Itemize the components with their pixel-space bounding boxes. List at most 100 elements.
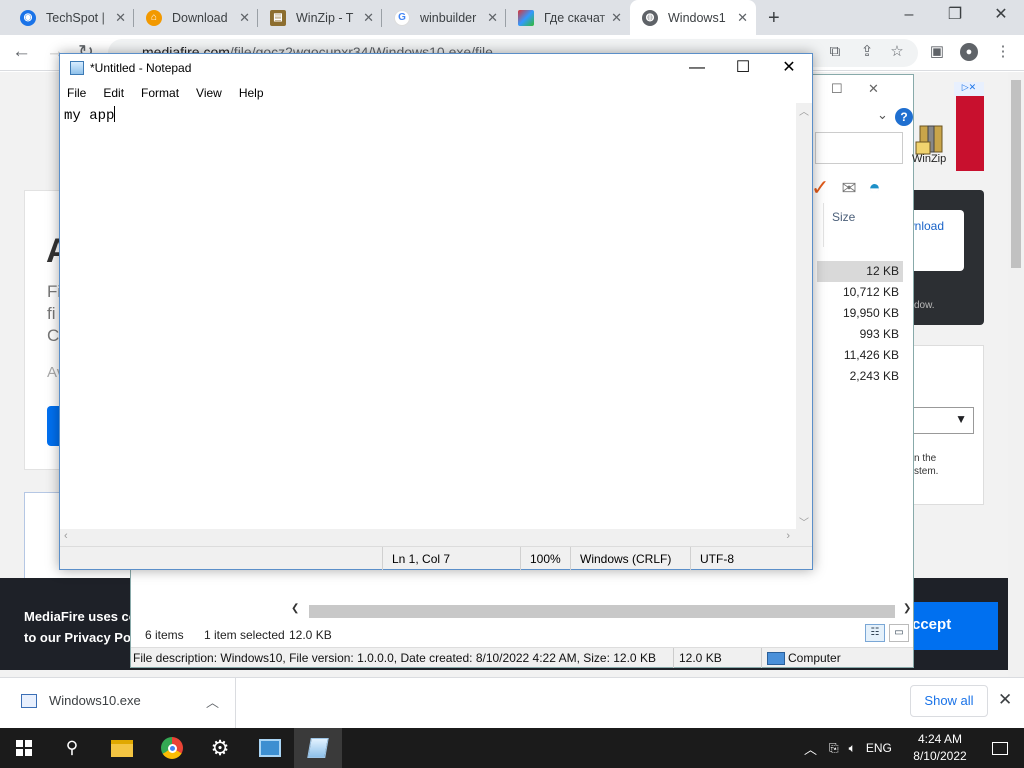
close-icon[interactable]: ✕ bbox=[998, 690, 1012, 710]
taskbar-clock[interactable]: 4:24 AM 8/10/2022 bbox=[908, 731, 972, 765]
panel-text: n the bbox=[914, 453, 937, 464]
horizontal-scrollbar[interactable]: ❮ ❯ bbox=[291, 603, 911, 620]
shell-icon[interactable]: ◓ bbox=[869, 177, 881, 200]
close-icon[interactable]: ✕ bbox=[978, 0, 1024, 32]
ad-choices-badge[interactable]: ▷✕ bbox=[954, 82, 984, 96]
file-size-column: 12 KB 10,712 KB 19,950 KB 993 KB 11,426 … bbox=[817, 261, 903, 387]
file-size-cell[interactable]: 2,243 KB bbox=[817, 366, 903, 387]
new-tab-button[interactable]: + bbox=[768, 7, 780, 30]
text-editor-area[interactable]: my app bbox=[60, 103, 796, 529]
notepad-title-bar[interactable]: *Untitled - Notepad — ☐ ✕ bbox=[60, 54, 812, 82]
scroll-up-icon[interactable]: ︿ bbox=[799, 103, 809, 118]
help-icon[interactable]: ? bbox=[895, 108, 913, 126]
close-icon[interactable]: ✕ bbox=[868, 81, 879, 96]
clock-date: 8/10/2022 bbox=[913, 749, 967, 763]
notepad-icon bbox=[70, 61, 84, 75]
accept-cookies-button[interactable]: ccept bbox=[902, 602, 998, 650]
scroll-left-icon[interactable]: ‹ bbox=[64, 530, 68, 542]
language-indicator[interactable]: ENG bbox=[866, 741, 892, 755]
volume-icon[interactable]: 🔈︎ bbox=[849, 741, 856, 756]
computer-icon bbox=[767, 652, 785, 665]
selected-count: 1 item selected bbox=[204, 628, 285, 642]
scroll-right-icon[interactable]: ❯ bbox=[903, 603, 911, 614]
tab-windows10-active[interactable]: ◍ Windows1 ✕ bbox=[630, 0, 756, 35]
windows-taskbar: ⚲ ⚙ ︿ ⎘ 🔈︎ ENG 4:24 AM 8/10/2022 bbox=[0, 728, 1024, 768]
show-all-button[interactable]: Show all bbox=[910, 685, 988, 717]
maximize-icon[interactable]: ☐ bbox=[831, 81, 843, 96]
menu-view[interactable]: View bbox=[196, 82, 222, 103]
image-site-icon bbox=[518, 9, 534, 26]
menu-help[interactable]: Help bbox=[239, 82, 264, 103]
cookie-privacy-link[interactable]: to our Privacy Poli bbox=[24, 627, 138, 648]
tab-techspot[interactable]: ◉ TechSpot | ✕ bbox=[8, 0, 134, 35]
tab-close-icon[interactable]: ✕ bbox=[115, 10, 126, 26]
minimize-icon[interactable]: – bbox=[886, 0, 932, 32]
taskbar-notepad[interactable] bbox=[294, 728, 342, 768]
back-arrow-icon[interactable]: ← bbox=[12, 41, 31, 63]
tab-image-site[interactable]: Где скачат ✕ bbox=[506, 0, 630, 35]
taskbar-control-panel[interactable] bbox=[246, 728, 294, 768]
chevron-up-icon[interactable]: ︿ bbox=[206, 692, 219, 711]
network-icon[interactable]: ⎘ bbox=[829, 741, 839, 756]
file-size-cell[interactable]: 10,712 KB bbox=[817, 282, 903, 303]
tab-close-icon[interactable]: ✕ bbox=[487, 10, 498, 26]
file-size-cell[interactable]: 12 KB bbox=[817, 261, 903, 282]
notepad-icon bbox=[307, 738, 329, 758]
bookmark-star-icon[interactable]: ☆ bbox=[888, 43, 906, 61]
vertical-scrollbar[interactable]: ︿ ﹀ bbox=[796, 103, 812, 529]
large-icons-view-icon[interactable]: ▭ bbox=[889, 624, 909, 642]
restore-icon[interactable]: ❐ bbox=[932, 0, 978, 32]
exe-file-icon bbox=[21, 694, 37, 708]
taskbar-settings[interactable]: ⚙ bbox=[196, 728, 244, 768]
tab-close-icon[interactable]: ✕ bbox=[363, 10, 374, 26]
taskbar-chrome[interactable] bbox=[148, 728, 196, 768]
tab-download[interactable]: ⌂ Download ✕ bbox=[134, 0, 258, 35]
column-header-size[interactable]: Size bbox=[823, 203, 907, 247]
chevron-up-icon[interactable]: ︿ bbox=[804, 739, 817, 758]
maximize-icon[interactable]: ☐ bbox=[720, 54, 766, 82]
scroll-right-icon[interactable]: › bbox=[786, 530, 790, 542]
taskbar-file-explorer[interactable] bbox=[98, 728, 146, 768]
chevron-down-icon[interactable]: ⌄ bbox=[877, 107, 888, 123]
tab-close-icon[interactable]: ✕ bbox=[611, 10, 622, 26]
email-icon[interactable]: ✉ bbox=[841, 178, 856, 199]
menu-kebab-icon[interactable]: ⋮ bbox=[994, 43, 1012, 61]
scrollbar-thumb[interactable] bbox=[309, 605, 895, 618]
horizontal-scrollbar[interactable]: ‹ › bbox=[60, 529, 796, 546]
tab-winzip[interactable]: ▤ WinZip - T ✕ bbox=[258, 0, 382, 35]
tab-close-icon[interactable]: ✕ bbox=[737, 10, 748, 26]
action-center-button[interactable] bbox=[976, 728, 1024, 768]
file-detail-line: C bbox=[47, 326, 60, 345]
file-size-cell[interactable]: 11,426 KB bbox=[817, 345, 903, 366]
download-item[interactable]: Windows10.exe ︿ bbox=[0, 678, 236, 728]
side-panel-icon[interactable]: ▣ bbox=[928, 43, 946, 61]
search-box[interactable] bbox=[815, 132, 903, 164]
search-button[interactable]: ⚲ bbox=[48, 728, 96, 768]
explorer-status-bar: 6 items 1 item selected 12.0 KB bbox=[131, 623, 913, 647]
text-caret bbox=[114, 106, 116, 122]
tab-winbuilder[interactable]: G winbuilder ✕ bbox=[382, 0, 506, 35]
start-button[interactable] bbox=[0, 728, 48, 768]
scroll-down-icon[interactable]: ﹀ bbox=[799, 514, 809, 529]
details-view-icon[interactable]: ☷ bbox=[865, 624, 885, 642]
menu-format[interactable]: Format bbox=[141, 82, 179, 103]
os-select[interactable]: ▼ bbox=[910, 407, 974, 434]
blocked-popup-icon[interactable]: ⧉ bbox=[826, 43, 844, 61]
menu-edit[interactable]: Edit bbox=[103, 82, 124, 103]
page-scrollbar[interactable] bbox=[1008, 72, 1024, 678]
share-icon[interactable]: ⇪ bbox=[858, 43, 876, 61]
scroll-left-icon[interactable]: ❮ bbox=[291, 603, 299, 614]
checkmark-icon[interactable]: ✓ bbox=[811, 175, 829, 201]
minimize-icon[interactable]: — bbox=[674, 54, 720, 82]
close-icon[interactable]: ✕ bbox=[766, 54, 812, 82]
resize-grip[interactable] bbox=[796, 529, 812, 546]
tab-close-icon[interactable]: ✕ bbox=[239, 10, 250, 26]
file-description: File description: Windows10, File versio… bbox=[133, 651, 656, 665]
line-ending: Windows (CRLF) bbox=[570, 547, 692, 570]
file-size-cell[interactable]: 19,950 KB bbox=[817, 303, 903, 324]
profile-avatar-icon[interactable]: ● bbox=[960, 43, 978, 61]
scrollbar-thumb[interactable] bbox=[1011, 80, 1021, 268]
menu-file[interactable]: File bbox=[67, 82, 86, 103]
folder-icon bbox=[111, 739, 133, 757]
file-size-cell[interactable]: 993 KB bbox=[817, 324, 903, 345]
